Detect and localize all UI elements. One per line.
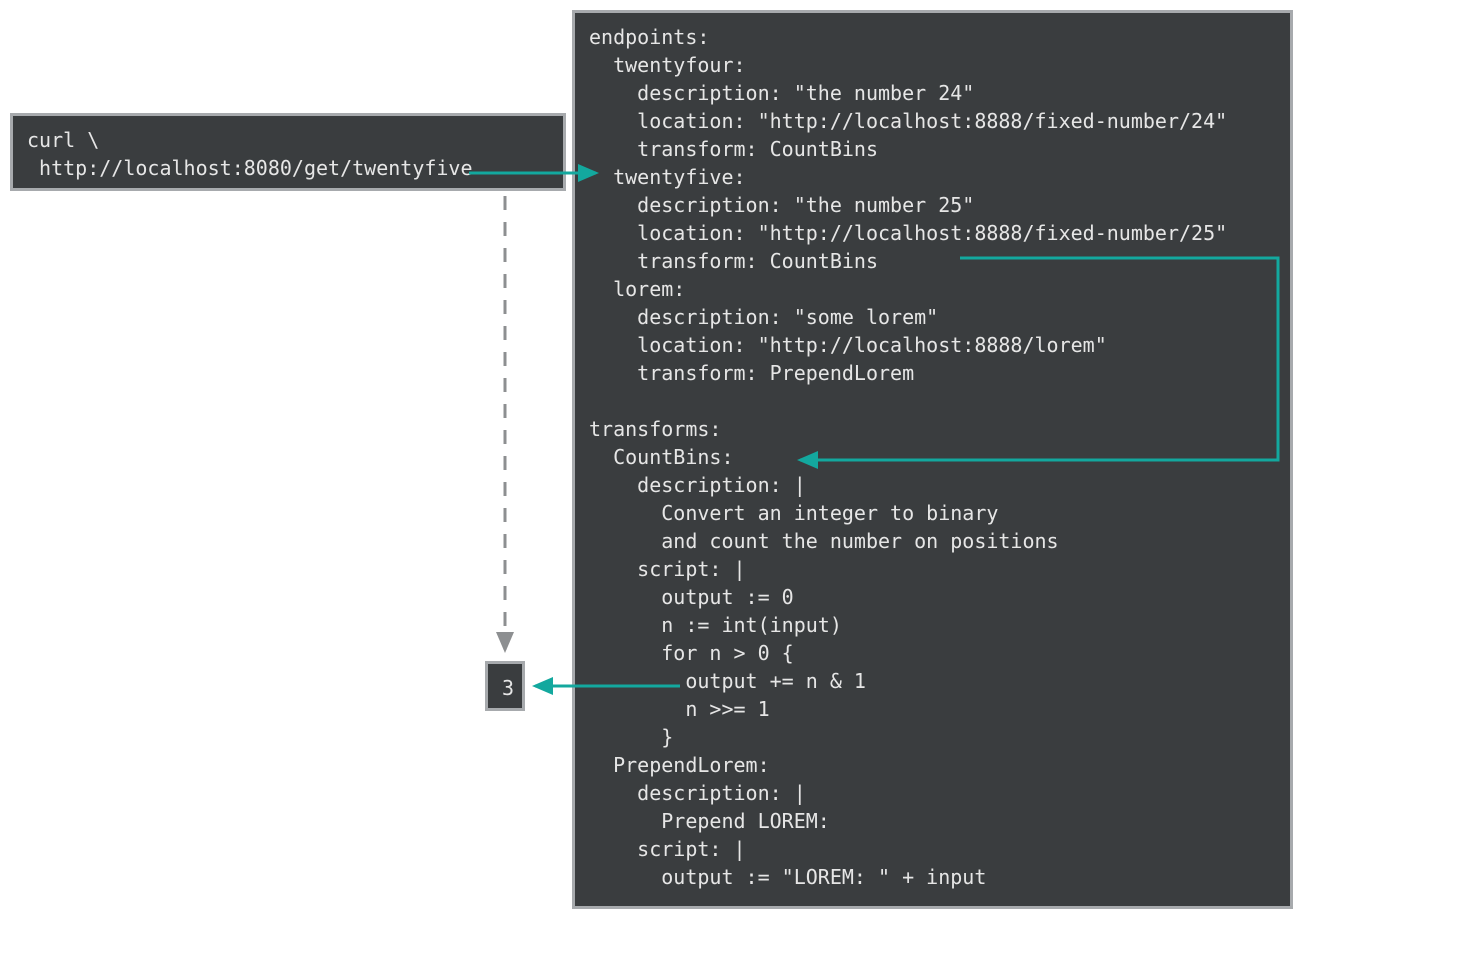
- curl-command-box: curl \ http://localhost:8080/get/twentyf…: [10, 113, 566, 191]
- config-yaml-box: endpoints: twentyfour: description: "the…: [572, 10, 1293, 909]
- diagram-canvas: endpoints: twentyfour: description: "the…: [0, 0, 1479, 954]
- result-box: 3: [485, 661, 525, 711]
